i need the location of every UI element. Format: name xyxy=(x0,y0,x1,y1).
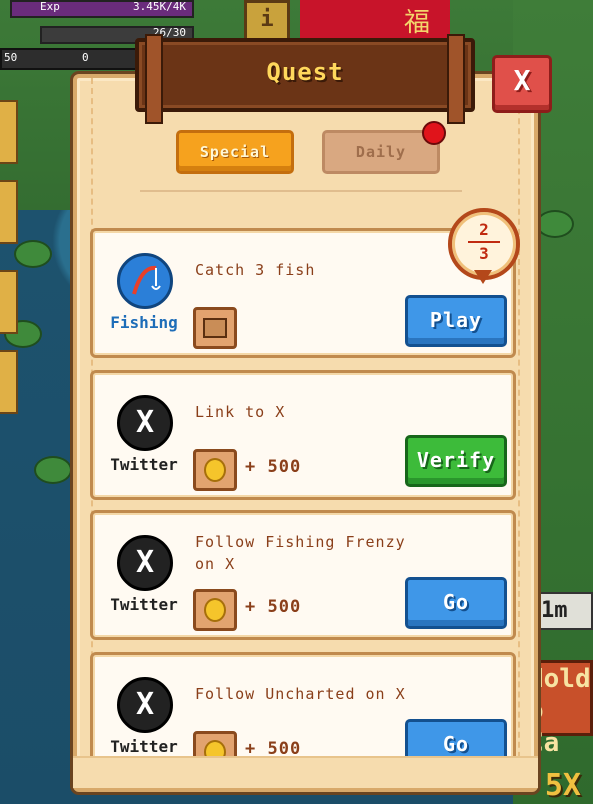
reward-box xyxy=(193,449,237,491)
side-menu-button[interactable] xyxy=(0,270,18,334)
timer-badge: 1m xyxy=(533,592,593,630)
x-logo-icon: X xyxy=(117,535,173,591)
close-button[interactable]: X xyxy=(492,55,552,113)
currency-bar: 50 0 xyxy=(0,48,144,70)
lily-pad xyxy=(14,240,52,268)
play-button[interactable]: Play xyxy=(405,295,507,347)
quest-category-label: Twitter xyxy=(110,455,178,474)
fishing-rod-icon xyxy=(117,253,173,309)
quest-category-label: Twitter xyxy=(110,737,178,756)
reward-amount: + 500 xyxy=(245,457,302,477)
notification-dot xyxy=(422,121,446,145)
quest-progress-badge: 2 3 xyxy=(448,208,520,284)
quest-task: Follow Uncharted on X xyxy=(195,685,406,703)
quest-category-label: Twitter xyxy=(110,595,178,614)
side-menu-button[interactable] xyxy=(0,100,18,164)
lily-pad xyxy=(536,210,574,238)
quest-title-banner: Quest xyxy=(135,34,475,124)
coin-icon xyxy=(204,598,226,622)
quest-task: Follow Fishing Frenzy on X xyxy=(195,533,406,573)
exp-value: 3.45K/4K xyxy=(133,0,186,13)
dialog-footer xyxy=(73,756,538,788)
quest-category-label: Fishing xyxy=(110,313,178,332)
chest-icon xyxy=(203,318,227,338)
multiplier-badge: 5X xyxy=(544,768,581,803)
quest-task: Link to X xyxy=(195,403,286,421)
side-menu-button[interactable] xyxy=(0,180,18,244)
reward-box xyxy=(193,589,237,631)
currency-left-value: 50 xyxy=(4,51,18,64)
lily-pad xyxy=(34,456,72,484)
dialog-title: Quest xyxy=(266,58,344,86)
info-button[interactable]: i xyxy=(244,0,290,42)
coin-icon xyxy=(204,458,226,482)
verify-button[interactable]: Verify xyxy=(405,435,507,487)
shrine-char: 福 xyxy=(403,8,430,38)
progress-current: 2 xyxy=(479,220,489,239)
quest-card: X Twitter Follow Fishing Frenzy on X + 5… xyxy=(90,510,516,640)
go-button[interactable]: Go xyxy=(405,577,507,629)
reward-amount: + 500 xyxy=(245,597,302,617)
quest-card: X Twitter Link to X + 500 Verify xyxy=(90,370,516,500)
tab-divider xyxy=(140,190,462,192)
exp-bar: Exp 3.45K/4K xyxy=(10,0,194,18)
x-logo-icon: X xyxy=(117,395,173,451)
progress-fraction-bar xyxy=(468,241,500,243)
reward-box xyxy=(193,307,237,349)
tab-special[interactable]: Special xyxy=(176,130,294,174)
exp-label: Exp xyxy=(40,0,60,13)
quest-task: Catch 3 fish xyxy=(195,261,316,279)
progress-total: 3 xyxy=(479,244,489,263)
x-logo-icon: X xyxy=(117,677,173,733)
side-menu-button[interactable] xyxy=(0,350,18,414)
shrine-banner: 福 xyxy=(300,0,450,43)
currency-zero-value: 0 xyxy=(82,51,89,64)
